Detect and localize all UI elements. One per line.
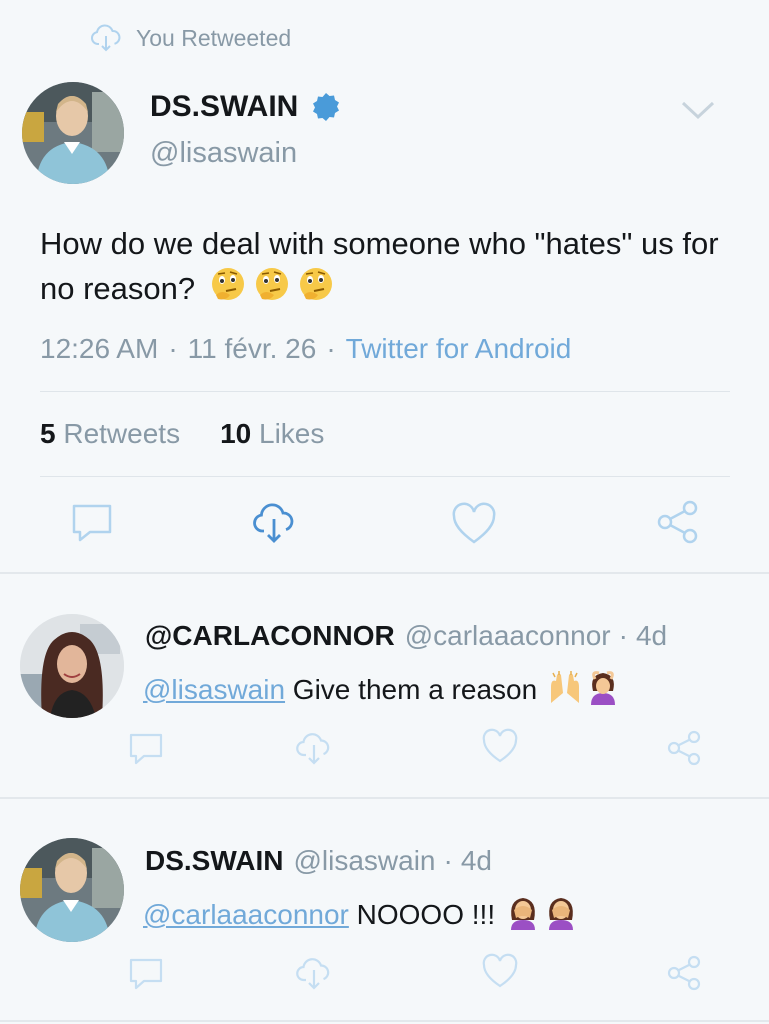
share-icon[interactable] xyxy=(666,730,702,766)
thinking-face-emoji-icon xyxy=(211,268,244,300)
reply-text: @carlaaaconnor NOOOO !!! xyxy=(143,894,579,931)
reply-icon[interactable] xyxy=(128,955,164,991)
meta-separator: · xyxy=(326,333,336,364)
retweet-icon[interactable] xyxy=(296,955,332,991)
retweet-count: 5 xyxy=(40,418,56,449)
reply-age: 4d xyxy=(635,620,668,651)
reply-header: DS.SWAIN @lisaswain · 4d xyxy=(145,845,492,877)
tweet-text-content: How do we deal with someone who "hates" … xyxy=(40,226,719,306)
woman-gesturing-ok-emoji-icon xyxy=(590,671,615,705)
avatar-image xyxy=(20,838,124,942)
reply-display-name[interactable]: DS.SWAIN xyxy=(145,845,283,876)
share-icon[interactable] xyxy=(666,955,702,991)
tweet-time: 12:26 AM xyxy=(40,333,159,364)
mention-link[interactable]: @carlaaaconnor xyxy=(143,899,349,930)
chevron-down-icon[interactable] xyxy=(680,96,716,124)
tweet-text: How do we deal with someone who "hates" … xyxy=(40,222,730,310)
tweet-source-link[interactable]: Twitter for Android xyxy=(346,333,572,364)
avatar[interactable] xyxy=(20,614,124,718)
reply-icon[interactable] xyxy=(70,500,114,544)
raising-hands-emoji-icon xyxy=(550,671,579,703)
reply-icon[interactable] xyxy=(128,730,164,766)
mention-link[interactable]: @lisaswain xyxy=(143,674,285,705)
tweet-date: 11 févr. 26 xyxy=(187,333,317,364)
woman-facepalming-emoji-icon xyxy=(548,898,573,930)
avatar[interactable] xyxy=(20,838,124,942)
divider xyxy=(40,476,730,477)
heart-icon[interactable] xyxy=(482,953,518,989)
retweet-label: Retweets xyxy=(63,418,181,449)
thinking-face-emoji-icon xyxy=(299,268,332,300)
retweet-icon[interactable] xyxy=(252,500,296,544)
reply-text: @lisaswain Give them a reason xyxy=(143,669,621,706)
retweet-icon xyxy=(91,24,121,52)
reply-display-name[interactable]: @CARLACONNOR xyxy=(145,620,395,651)
retweet-context-label: You Retweeted xyxy=(136,24,292,51)
like-count: 10 xyxy=(220,418,252,449)
tweet-stats: 5 Retweets 10 Likes xyxy=(40,418,324,450)
divider xyxy=(40,391,730,392)
heart-icon[interactable] xyxy=(452,502,496,546)
likes-stat[interactable]: 10 Likes xyxy=(220,418,324,449)
divider xyxy=(0,797,769,799)
reply-text-content: Give them a reason xyxy=(285,674,538,705)
like-label: Likes xyxy=(259,418,325,449)
reply-header: @CARLACONNOR @carlaaaconnor · 4d xyxy=(145,620,667,652)
meta-separator: · xyxy=(168,333,178,364)
display-name-text: DS.SWAIN xyxy=(150,90,299,123)
reply-text-content: NOOOO !!! xyxy=(348,899,496,930)
reply-separator: · xyxy=(443,845,453,876)
woman-facepalming-emoji-icon xyxy=(510,898,535,930)
reply-handle[interactable]: @lisaswain xyxy=(293,845,435,876)
avatar-image xyxy=(22,82,124,184)
reply-age: 4d xyxy=(460,845,492,876)
divider xyxy=(0,1020,769,1022)
reply-separator: · xyxy=(618,620,628,651)
avatar-image xyxy=(20,614,124,718)
verified-badge-icon xyxy=(313,93,340,121)
retweet-context: You Retweeted xyxy=(90,22,291,54)
tweet-meta: 12:26 AM · 11 févr. 26 · Twitter for Android xyxy=(40,333,571,365)
thinking-face-emoji-icon xyxy=(255,268,288,300)
retweet-icon[interactable] xyxy=(296,730,332,766)
display-name[interactable]: DS.SWAIN xyxy=(150,90,342,124)
tweet-detail-screen: You Retweeted DS.SWAIN @lisaswain How do… xyxy=(0,0,769,1024)
reply-handle[interactable]: @carlaaaconnor xyxy=(405,620,611,651)
heart-icon[interactable] xyxy=(482,728,518,764)
share-icon[interactable] xyxy=(656,500,700,544)
handle[interactable]: @lisaswain xyxy=(150,137,297,170)
retweets-stat[interactable]: 5 Retweets xyxy=(40,418,180,449)
avatar[interactable] xyxy=(22,82,124,184)
divider xyxy=(0,572,769,574)
